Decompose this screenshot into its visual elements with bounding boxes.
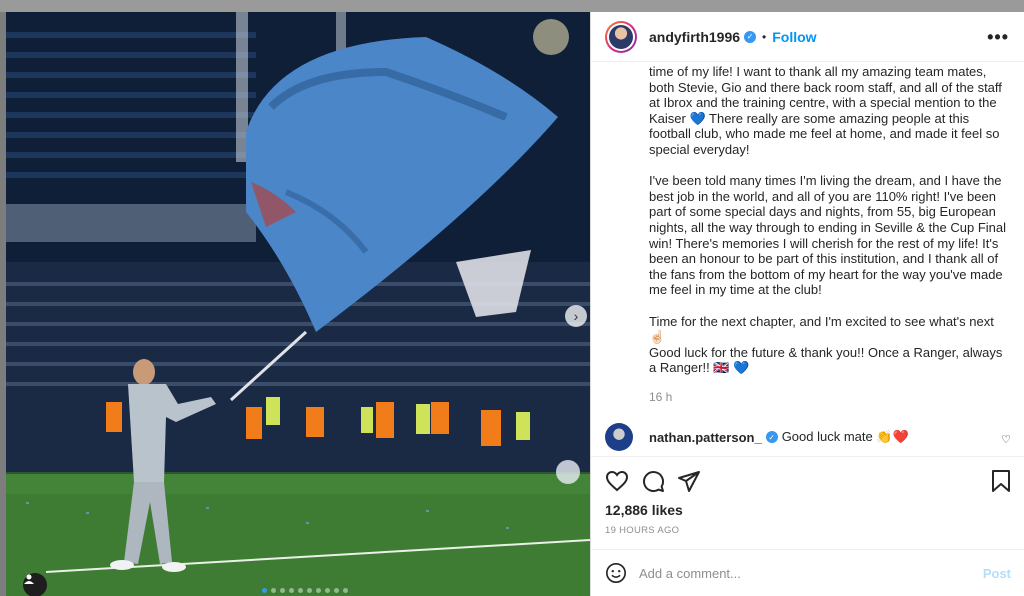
author-avatar[interactable] bbox=[605, 20, 637, 53]
caption-paragraph: I've been told many times I'm living the… bbox=[649, 173, 1006, 298]
carousel-dot bbox=[271, 588, 276, 593]
action-bar bbox=[591, 456, 1024, 504]
verified-badge-icon: ✓ bbox=[765, 431, 778, 443]
follow-button[interactable]: Follow bbox=[772, 29, 816, 45]
post-side-panel: andyfirth1996 ✓ • Follow ••• time of my … bbox=[590, 12, 1024, 596]
commenter-username[interactable]: nathan.patterson_ bbox=[649, 430, 762, 445]
likes-count[interactable]: 12,886 likes bbox=[605, 502, 683, 518]
post-header: andyfirth1996 ✓ • Follow ••• bbox=[591, 12, 1024, 62]
carousel-dot bbox=[307, 588, 312, 593]
commenter-avatar[interactable] bbox=[605, 423, 633, 451]
bookmark-icon[interactable] bbox=[991, 469, 1011, 493]
post-comment-button[interactable]: Post bbox=[983, 566, 1011, 581]
carousel-dot bbox=[343, 588, 348, 593]
comment-text: Good luck mate 👏❤️ bbox=[781, 429, 909, 444]
carousel-dot bbox=[298, 588, 303, 593]
caption-paragraph: time of my life! I want to thank all my … bbox=[649, 64, 1002, 157]
post-caption: time of my life! I want to thank all my … bbox=[649, 64, 1009, 391]
comment-input[interactable] bbox=[639, 565, 959, 581]
post-media[interactable]: › bbox=[6, 12, 590, 596]
carousel-dot bbox=[262, 588, 267, 593]
like-comment-icon[interactable]: ♡ bbox=[1001, 433, 1011, 446]
browser-strip bbox=[0, 0, 1024, 12]
carousel-dot bbox=[280, 588, 285, 593]
like-heart-icon[interactable] bbox=[605, 469, 629, 493]
header-separator: • bbox=[762, 29, 767, 44]
comment-row: nathan.patterson_ ✓ Good luck mate 👏❤️ ♡ bbox=[605, 423, 1011, 451]
carousel-dot bbox=[334, 588, 339, 593]
stadium-photo bbox=[6, 12, 590, 596]
carousel-dot bbox=[325, 588, 330, 593]
add-comment-bar: Post bbox=[591, 549, 1024, 596]
carousel-next-button[interactable]: › bbox=[565, 305, 587, 327]
tagged-users-icon[interactable] bbox=[23, 573, 47, 596]
post-time[interactable]: 19 HOURS AGO bbox=[605, 525, 679, 536]
share-paper-plane-icon[interactable] bbox=[677, 469, 701, 493]
more-options-icon[interactable]: ••• bbox=[987, 27, 1009, 48]
carousel-dot bbox=[316, 588, 321, 593]
emoji-picker-icon[interactable] bbox=[605, 562, 627, 584]
comment-bubble-icon[interactable] bbox=[641, 469, 665, 493]
carousel-indicator bbox=[262, 588, 348, 593]
caption-paragraph: Time for the next chapter, and I'm excit… bbox=[649, 313, 1003, 376]
carousel-dot bbox=[289, 588, 294, 593]
author-username[interactable]: andyfirth1996 bbox=[649, 29, 740, 45]
verified-badge-icon: ✓ bbox=[744, 30, 757, 43]
caption-age[interactable]: 16 h bbox=[649, 390, 672, 404]
